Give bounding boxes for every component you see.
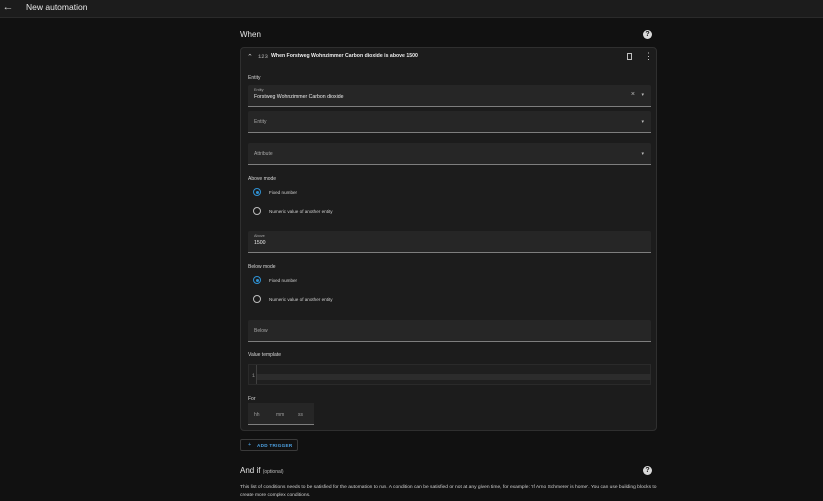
conditions-description: This list of conditions needs to be sati… bbox=[240, 485, 657, 498]
and-if-title: And if bbox=[240, 466, 261, 475]
add-trigger-button[interactable]: + ADD TRIGGER bbox=[240, 439, 298, 451]
more-options-icon[interactable]: ⋮ bbox=[644, 52, 653, 61]
below-mode-fixed-radio[interactable] bbox=[253, 276, 261, 284]
below-mode-label: Below mode bbox=[248, 264, 276, 270]
below-field-placeholder: Below bbox=[254, 328, 268, 334]
above-mode-entity-radio[interactable] bbox=[253, 207, 261, 215]
duration-input: hh mm ss bbox=[248, 403, 314, 425]
entity-field-label: Entity bbox=[254, 88, 264, 92]
value-template-label: Value template bbox=[248, 352, 281, 358]
entity-field-2[interactable]: Entity ▾ bbox=[248, 111, 651, 133]
add-trigger-label: ADD TRIGGER bbox=[257, 443, 293, 448]
when-section-title: When bbox=[240, 30, 261, 39]
clear-icon[interactable]: × bbox=[631, 91, 635, 98]
help-icon[interactable]: ? bbox=[643, 30, 652, 39]
above-field-label: Above bbox=[254, 234, 265, 238]
below-mode-fixed-label: Fixed number bbox=[269, 278, 298, 283]
for-label: For bbox=[248, 396, 256, 402]
dropdown-icon[interactable]: ▾ bbox=[641, 151, 644, 157]
below-field[interactable]: Below bbox=[248, 320, 651, 342]
trigger-card-header[interactable]: ⌃ 123 When Forstweg Wohnzimmer Carbon di… bbox=[241, 48, 656, 68]
page-title: New automation bbox=[26, 2, 88, 12]
and-if-section-title: And if (optional) bbox=[240, 466, 284, 475]
top-bar: ← New automation bbox=[0, 0, 823, 18]
numeric-state-icon: 123 bbox=[258, 53, 268, 60]
value-template-editor[interactable]: 1 bbox=[248, 364, 651, 385]
above-field-value: 1500 bbox=[254, 240, 266, 246]
entity-field-value: Forstweg Wohnzimmer Carbon dioxide bbox=[254, 94, 344, 100]
above-field[interactable]: Above 1500 bbox=[248, 231, 651, 253]
attribute-field-placeholder: Attribute bbox=[254, 151, 273, 157]
trigger-card: ⌃ 123 When Forstweg Wohnzimmer Carbon di… bbox=[240, 47, 657, 431]
seconds-input[interactable]: ss bbox=[298, 412, 303, 418]
code-line-number: 1 bbox=[252, 373, 256, 379]
chevron-up-icon[interactable]: ⌃ bbox=[247, 53, 253, 61]
entity-field[interactable]: Entity Forstweg Wohnzimmer Carbon dioxid… bbox=[248, 85, 651, 107]
code-active-line bbox=[257, 374, 651, 380]
entity-field-2-placeholder: Entity bbox=[254, 119, 267, 125]
above-mode-entity-label: Numeric value of another entity bbox=[269, 209, 333, 214]
above-mode-fixed-label: Fixed number bbox=[269, 190, 298, 195]
below-mode-entity-label: Numeric value of another entity bbox=[269, 297, 333, 302]
attribute-field[interactable]: Attribute ▾ bbox=[248, 143, 651, 165]
hours-input[interactable]: hh bbox=[254, 412, 260, 418]
dropdown-icon[interactable]: ▾ bbox=[641, 92, 644, 98]
minutes-input[interactable]: mm bbox=[276, 412, 284, 418]
dropdown-icon[interactable]: ▾ bbox=[641, 119, 644, 125]
entity-section-label: Entity bbox=[248, 75, 261, 81]
help-icon-conditions[interactable]: ? bbox=[643, 466, 652, 475]
delete-icon[interactable] bbox=[627, 53, 632, 60]
below-mode-entity-radio[interactable] bbox=[253, 295, 261, 303]
plus-icon: + bbox=[248, 442, 252, 448]
above-mode-label: Above mode bbox=[248, 176, 277, 182]
trigger-title: When Forstweg Wohnzimmer Carbon dioxide … bbox=[271, 53, 418, 59]
and-if-optional: (optional) bbox=[262, 469, 284, 475]
above-mode-fixed-radio[interactable] bbox=[253, 188, 261, 196]
back-arrow-icon[interactable]: ← bbox=[2, 1, 14, 13]
